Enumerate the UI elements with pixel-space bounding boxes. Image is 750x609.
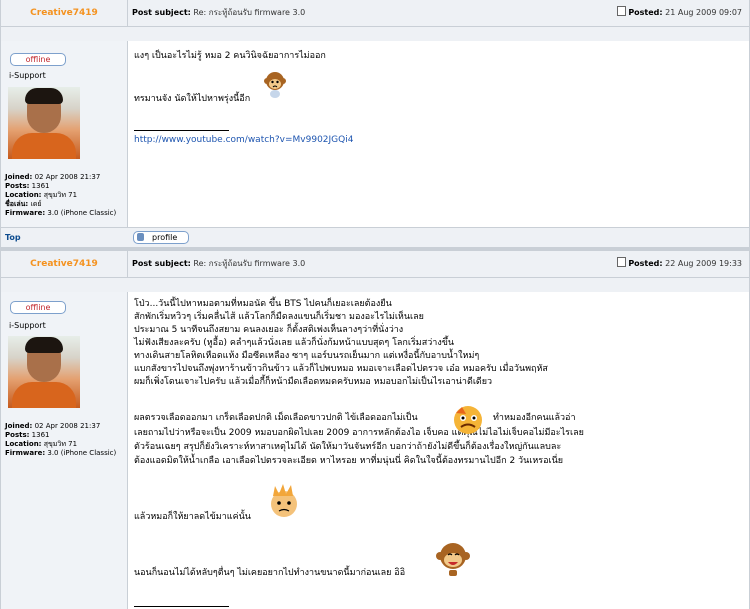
posted-label: Posted: — [628, 259, 663, 268]
avatar[interactable] — [8, 336, 80, 408]
firmware: 3.0 (iPhone Classic) — [47, 209, 117, 217]
post-text-line: ทางเดินสายโลหิตเหือดแห้ง มือซีดเหลือง ซา… — [134, 351, 480, 361]
monkey-crying-emoticon — [264, 72, 286, 98]
nickname: เดย์ — [30, 200, 42, 208]
post-spacer — [1, 27, 749, 41]
post-text-line: นอนก็นอนไม่ได้หลับๆตื่นๆ ไม่เคยอยากไปทำง… — [134, 568, 406, 578]
subject-text: Re: กระทู้ถ้อนรับ firmware 3.0 — [193, 8, 306, 17]
post-text-line: ไม่ฟังเสียงละครับ (หูอื้อ) คลำๆแล้วนั่งเ… — [134, 338, 455, 348]
back-to-top-link[interactable]: Top — [5, 228, 21, 247]
post-author-name[interactable]: Creative7419 — [1, 0, 128, 26]
signature-link[interactable]: http://www.youtube.com/watch?v=Mv9902JGQ… — [134, 135, 353, 145]
subject-label: Post subject: — [132, 259, 191, 268]
monkey-laughing-emoticon — [436, 543, 470, 576]
author-details: Joined: 02 Apr 2008 21:37 Posts: 1361 Lo… — [5, 422, 117, 457]
post-text-line: เลยถามไปว่าหรือจะเป็น 2009 หมอบอกผิดไปเล… — [134, 428, 584, 438]
firmware: 3.0 (iPhone Classic) — [47, 449, 117, 457]
subject-label: Post subject: — [132, 8, 191, 17]
post-date: Posted: 21 Aug 2009 09:07 — [617, 0, 742, 26]
author-details: Joined: 02 Apr 2008 21:37 Posts: 1361 Lo… — [5, 173, 117, 217]
post-footer: Top profile — [1, 227, 749, 247]
post-link-icon[interactable] — [617, 6, 627, 16]
post-text-line: ผมก็เพิ่งโดนเจาะไปครับ แล้วเมื่อกี้ก็หน้… — [134, 377, 493, 387]
post-text-line: โป่ว...วันนี้ไปหาหมอตามที่หมอนัด ขึ้น BT… — [134, 299, 392, 309]
posted-date-text: 21 Aug 2009 09:07 — [665, 8, 742, 17]
post-text-line: ทำหมองอีกคนแล้วอ่า — [493, 413, 576, 423]
post-text-line: แบกสังขารไปจนถึงพุ่งหาร้านข้าวกินข้าว แล… — [134, 364, 548, 374]
author-profile-panel: offline i-Support Joined: 02 Apr 2008 21… — [1, 292, 128, 609]
post-date: Posted: 22 Aug 2009 19:33 — [617, 251, 742, 277]
post-text-line: ผลตรวจเลือดออกมา เกร็ดเลือดปกติ เม็ดเลือ… — [134, 413, 418, 423]
post-subject: Post subject: Re: กระทู้ถ้อนรับ firmware… — [132, 251, 305, 277]
status-badge: offline — [10, 301, 66, 314]
post-count: 1361 — [31, 182, 50, 190]
post-count: 1361 — [31, 431, 50, 439]
user-rank: i-Support — [9, 71, 46, 80]
joined-date: 02 Apr 2008 21:37 — [34, 422, 101, 430]
post-spacer — [1, 278, 749, 292]
location: สุขุมวิท 71 — [43, 191, 78, 199]
profile-button[interactable]: profile — [133, 231, 189, 244]
author-profile-panel: offline i-Support Joined: 02 Apr 2008 21… — [1, 41, 128, 227]
post-header: Creative7419 Post subject: Re: กระทู้ถ้อ… — [1, 0, 749, 27]
post-text-line: ทรมานจัง นัดให้ไปหาพรุ่งนี้อีก — [134, 94, 251, 104]
status-badge: offline — [10, 53, 66, 66]
post-header: Creative7419 Post subject: Re: กระทู้ถ้อ… — [1, 251, 749, 278]
post-text-line: แงๆ เป็นอะไรไม่รู้ หมอ 2 คนวินิจฉัยอาการ… — [134, 51, 326, 61]
post-subject: Post subject: Re: กระทู้ถ้อนรับ firmware… — [132, 0, 305, 26]
subject-text: Re: กระทู้ถ้อนรับ firmware 3.0 — [193, 259, 306, 268]
crying-face-emoticon — [454, 406, 482, 434]
post-text-line: ตัวร้อนเฉยๆ สรุปก็ยังวิเคราะห์หาสาเหตุไม… — [134, 442, 562, 452]
post-text-line: ต้องแอดมิตให้น้ำเกลือ เอาเลือดไปตรวจละเอ… — [134, 456, 564, 466]
post-author-name[interactable]: Creative7419 — [1, 251, 128, 277]
posted-date-text: 22 Aug 2009 19:33 — [665, 259, 742, 268]
location: สุขุมวิท 71 — [43, 440, 78, 448]
avatar[interactable] — [8, 87, 80, 159]
post-text-line: แล้วหมอก็ให้ยาลดไข้มาแค่นั้น — [134, 512, 251, 522]
post-text-line: ประมาณ 5 นาทีจนถึงสยาม คนลงเยอะ ก็ตั้งสต… — [134, 325, 404, 335]
forum-topic-frame: Creative7419 Post subject: Re: กระทู้ถ้อ… — [0, 0, 750, 609]
user-rank: i-Support — [9, 321, 46, 330]
signature-divider — [134, 130, 229, 131]
signature-divider — [134, 606, 229, 607]
sick-face-emoticon — [271, 484, 297, 517]
joined-date: 02 Apr 2008 21:37 — [34, 173, 101, 181]
posted-label: Posted: — [628, 8, 663, 17]
post-link-icon[interactable] — [617, 257, 627, 267]
post-text-line: สักพักเริ่มหวิวๆ เริ่มคลื่นไส้ แล้วโลกก็… — [134, 312, 424, 322]
profile-icon — [137, 233, 144, 241]
